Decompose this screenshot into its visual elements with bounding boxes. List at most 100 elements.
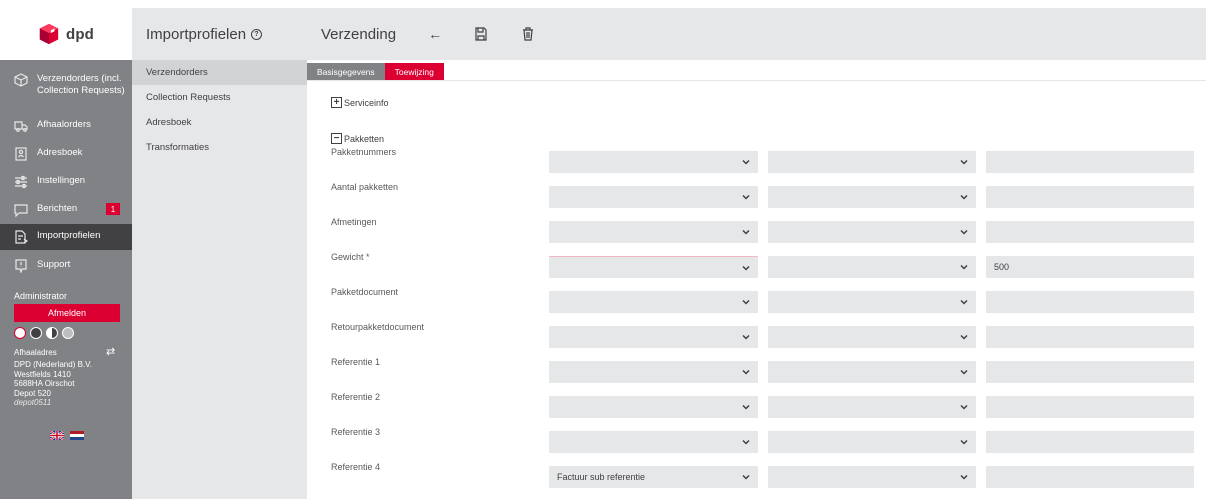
- user-role-label: Administrator: [14, 291, 68, 301]
- contrast-default-option[interactable]: [14, 327, 26, 339]
- sidebar-item-label: Instellingen: [37, 175, 86, 186]
- transformation-select[interactable]: [768, 431, 976, 453]
- address-street: Westfields 1410: [14, 369, 71, 379]
- pickup-address: DPD (Nederland) B.V. Westfields 1410 568…: [14, 360, 92, 408]
- source-column-select[interactable]: [549, 431, 758, 453]
- dutch-flag-icon[interactable]: [70, 431, 84, 440]
- sidebar-item-label: Adresboek: [37, 147, 83, 158]
- mapping-row: Aantal pakketten: [331, 182, 1206, 214]
- chevron-down-icon: [742, 298, 750, 306]
- pakketten-toggle[interactable]: − Pakketten: [331, 133, 384, 144]
- field-label: Aantal pakketten: [331, 182, 399, 192]
- chevron-down-icon: [742, 228, 750, 236]
- subnav-item-adresboek[interactable]: Adresboek: [132, 110, 307, 135]
- dpd-cube-icon: [39, 23, 59, 45]
- default-value-input[interactable]: 500: [986, 256, 1194, 278]
- mapping-row: Referentie 4 Factuur sub referentie: [331, 462, 1206, 494]
- mapping-row: Referentie 3: [331, 427, 1206, 459]
- collapse-minus-icon: −: [331, 133, 342, 144]
- mapping-row: Referentie 1: [331, 357, 1206, 389]
- select-value: Factuur sub referentie: [557, 472, 646, 482]
- importprofielen-subnav: Importprofielen ? Verzendorders Collecti…: [132, 8, 307, 499]
- source-column-select[interactable]: [549, 291, 758, 313]
- section-label: Pakketten: [344, 133, 385, 144]
- sidebar-item-label: Berichten: [37, 203, 78, 214]
- transformation-select[interactable]: [768, 291, 976, 313]
- logout-button[interactable]: Afmelden: [14, 304, 120, 322]
- sidebar-item-importprofielen[interactable]: Importprofielen: [0, 224, 132, 250]
- transformation-select[interactable]: [768, 326, 976, 348]
- chevron-down-icon: [960, 298, 968, 306]
- sidebar-item-support[interactable]: Support: [0, 254, 132, 278]
- subnav-title: Importprofielen: [146, 25, 247, 43]
- default-value-input[interactable]: [986, 221, 1194, 243]
- dpd-logo[interactable]: dpd: [0, 8, 132, 60]
- support-icon: [14, 259, 28, 273]
- source-column-select[interactable]: [549, 186, 758, 208]
- address-depot: Depot 520: [14, 388, 51, 398]
- transformation-select[interactable]: [768, 466, 976, 488]
- default-value-input[interactable]: [986, 361, 1194, 383]
- sidebar-item-verzendorders[interactable]: Verzendorders (incl. Collection Requests…: [0, 68, 132, 102]
- default-value-input[interactable]: [986, 431, 1194, 453]
- source-column-select[interactable]: [549, 396, 758, 418]
- source-column-select[interactable]: [549, 256, 758, 278]
- source-column-select[interactable]: [549, 326, 758, 348]
- contrast-high-option[interactable]: [46, 327, 58, 339]
- mapping-row: Gewicht * 500: [331, 252, 1206, 284]
- address-depot-code: depot0511: [14, 398, 52, 407]
- transformation-select[interactable]: [768, 396, 976, 418]
- tab-toewijzing[interactable]: Toewijzing: [384, 63, 444, 80]
- source-column-select[interactable]: [549, 221, 758, 243]
- sidebar-item-label: Importprofielen: [37, 230, 101, 241]
- mapping-row: Referentie 2: [331, 392, 1206, 424]
- transformation-select[interactable]: [768, 151, 976, 173]
- transformation-select[interactable]: [768, 186, 976, 208]
- subnav-item-collection-requests[interactable]: Collection Requests: [132, 85, 307, 110]
- default-value-input[interactable]: [986, 151, 1194, 173]
- swap-address-icon[interactable]: ⇄: [106, 345, 115, 358]
- serviceinfo-toggle[interactable]: + Serviceinfo: [331, 97, 389, 108]
- default-value-input[interactable]: [986, 396, 1194, 418]
- field-label: Referentie 3: [331, 427, 381, 437]
- save-icon[interactable]: [474, 27, 488, 41]
- default-value-input[interactable]: [986, 291, 1194, 313]
- box-icon: [14, 73, 28, 87]
- default-value-input[interactable]: [986, 466, 1194, 488]
- tab-bar: Basisgegevens Toewijzing: [307, 63, 444, 80]
- chevron-down-icon: [742, 333, 750, 341]
- sidebar-item-adresboek[interactable]: Adresboek: [0, 142, 132, 166]
- transformation-select[interactable]: [768, 221, 976, 243]
- transformation-select[interactable]: [768, 361, 976, 383]
- help-icon[interactable]: ?: [251, 28, 263, 40]
- tab-basisgegevens[interactable]: Basisgegevens: [307, 63, 385, 80]
- subnav-item-verzendorders[interactable]: Verzendorders: [132, 60, 307, 85]
- source-column-select[interactable]: [549, 361, 758, 383]
- uk-flag-icon[interactable]: [50, 431, 64, 440]
- tab-divider: [307, 80, 1206, 81]
- chevron-down-icon: [960, 228, 968, 236]
- transformation-select[interactable]: [768, 256, 976, 278]
- chevron-down-icon: [742, 473, 750, 481]
- chevron-down-icon: [742, 438, 750, 446]
- mapping-row: Pakketdocument: [331, 287, 1206, 319]
- default-value-input[interactable]: [986, 326, 1194, 348]
- field-label: Referentie 2: [331, 392, 381, 402]
- default-value-input[interactable]: [986, 186, 1194, 208]
- chevron-down-icon: [742, 368, 750, 376]
- page-header: Verzending ←: [307, 8, 1206, 60]
- subnav-item-transformaties[interactable]: Transformaties: [132, 135, 307, 160]
- chevron-down-icon: [960, 473, 968, 481]
- chevron-down-icon: [742, 403, 750, 411]
- sidebar-item-berichten[interactable]: Berichten 1: [0, 198, 132, 222]
- sidebar-item-afhaalorders[interactable]: Afhaalorders: [0, 114, 132, 138]
- address-book-icon: [14, 147, 28, 161]
- unread-count-badge: 1: [106, 203, 120, 215]
- trash-icon[interactable]: [521, 27, 535, 41]
- source-column-select[interactable]: [549, 151, 758, 173]
- contrast-dark-option[interactable]: [30, 327, 42, 339]
- back-arrow-icon[interactable]: ←: [428, 26, 442, 42]
- contrast-grey-option[interactable]: [62, 327, 74, 339]
- sidebar-item-instellingen[interactable]: Instellingen: [0, 170, 132, 194]
- source-column-select[interactable]: Factuur sub referentie: [549, 466, 758, 488]
